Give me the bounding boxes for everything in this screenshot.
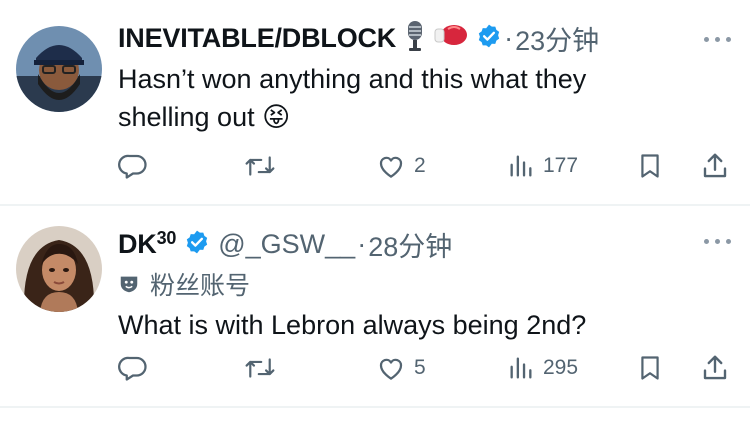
separator-dot: · <box>357 228 367 259</box>
share-button[interactable] <box>700 348 730 388</box>
bookmark-button[interactable] <box>636 348 664 388</box>
retweet-icon <box>245 358 275 378</box>
tweet-divider <box>0 406 750 408</box>
tweet-actions: 5 295 <box>0 348 750 388</box>
like-button[interactable]: 5 <box>376 348 426 388</box>
retweet-button[interactable] <box>243 146 285 186</box>
views-button[interactable]: 295 <box>507 348 578 388</box>
like-count: 2 <box>414 154 426 177</box>
tweet-text: Hasn’t won anything and this what they s… <box>118 60 678 137</box>
separator-dot: · <box>504 22 514 53</box>
views-button[interactable]: 177 <box>507 146 578 186</box>
tweet-header: DK30 @_GSW__ · 28分钟 <box>118 226 452 262</box>
share-icon <box>703 355 727 380</box>
reply-icon <box>118 154 147 179</box>
like-count: 5 <box>414 356 426 379</box>
account-label: 粉丝账号 <box>118 266 250 302</box>
verified-badge-icon <box>476 23 502 54</box>
user-handle[interactable]: @_GSW__ <box>218 229 355 260</box>
tweet[interactable]: INEVITABLE/DBLOCK · 23分钟 Hasn’t won anyt… <box>0 0 750 204</box>
display-name-superscript: 30 <box>156 228 177 248</box>
display-name[interactable]: INEVITABLE/DBLOCK <box>118 23 396 54</box>
views-icon <box>510 155 532 177</box>
tweet-header: INEVITABLE/DBLOCK · 23分钟 <box>118 20 599 56</box>
like-icon <box>379 358 403 380</box>
share-button[interactable] <box>700 146 730 186</box>
avatar[interactable] <box>16 226 102 312</box>
view-count: 295 <box>543 356 579 379</box>
like-icon <box>379 156 403 178</box>
display-name[interactable]: DK30 <box>118 228 176 260</box>
like-button[interactable]: 2 <box>376 146 426 186</box>
verified-badge-icon <box>184 229 210 260</box>
microphone-emoji-icon <box>404 20 426 57</box>
retweet-button[interactable] <box>243 348 285 388</box>
account-label-text: 粉丝账号 <box>150 272 251 300</box>
timestamp[interactable]: 28分钟 <box>368 225 452 264</box>
boxing-glove-emoji-icon <box>434 22 468 55</box>
tweet[interactable]: DK30 @_GSW__ · 28分钟 粉丝账号 What is with Le… <box>0 206 750 406</box>
view-count: 177 <box>543 154 579 177</box>
more-icon[interactable] <box>704 34 732 44</box>
retweet-icon <box>245 156 275 176</box>
bookmark-icon <box>641 154 659 178</box>
share-icon <box>703 153 727 178</box>
tweet-actions: 2 177 <box>0 146 750 186</box>
tweet-text: What is with Lebron always being 2nd? <box>118 310 587 340</box>
timestamp[interactable]: 23分钟 <box>515 19 599 58</box>
avatar[interactable] <box>16 26 102 112</box>
reply-icon <box>118 356 147 381</box>
squinting-tongue-emoji: 😝 <box>262 102 291 133</box>
fan-account-icon <box>120 276 138 293</box>
more-icon[interactable] <box>704 236 732 246</box>
views-icon <box>510 357 532 379</box>
display-name-text: DK <box>118 229 157 259</box>
reply-button[interactable] <box>118 348 156 388</box>
tweet-text-body: Hasn’t won anything and this what they s… <box>118 64 587 132</box>
bookmark-button[interactable] <box>636 146 664 186</box>
reply-button[interactable] <box>118 146 156 186</box>
bookmark-icon <box>641 356 659 380</box>
